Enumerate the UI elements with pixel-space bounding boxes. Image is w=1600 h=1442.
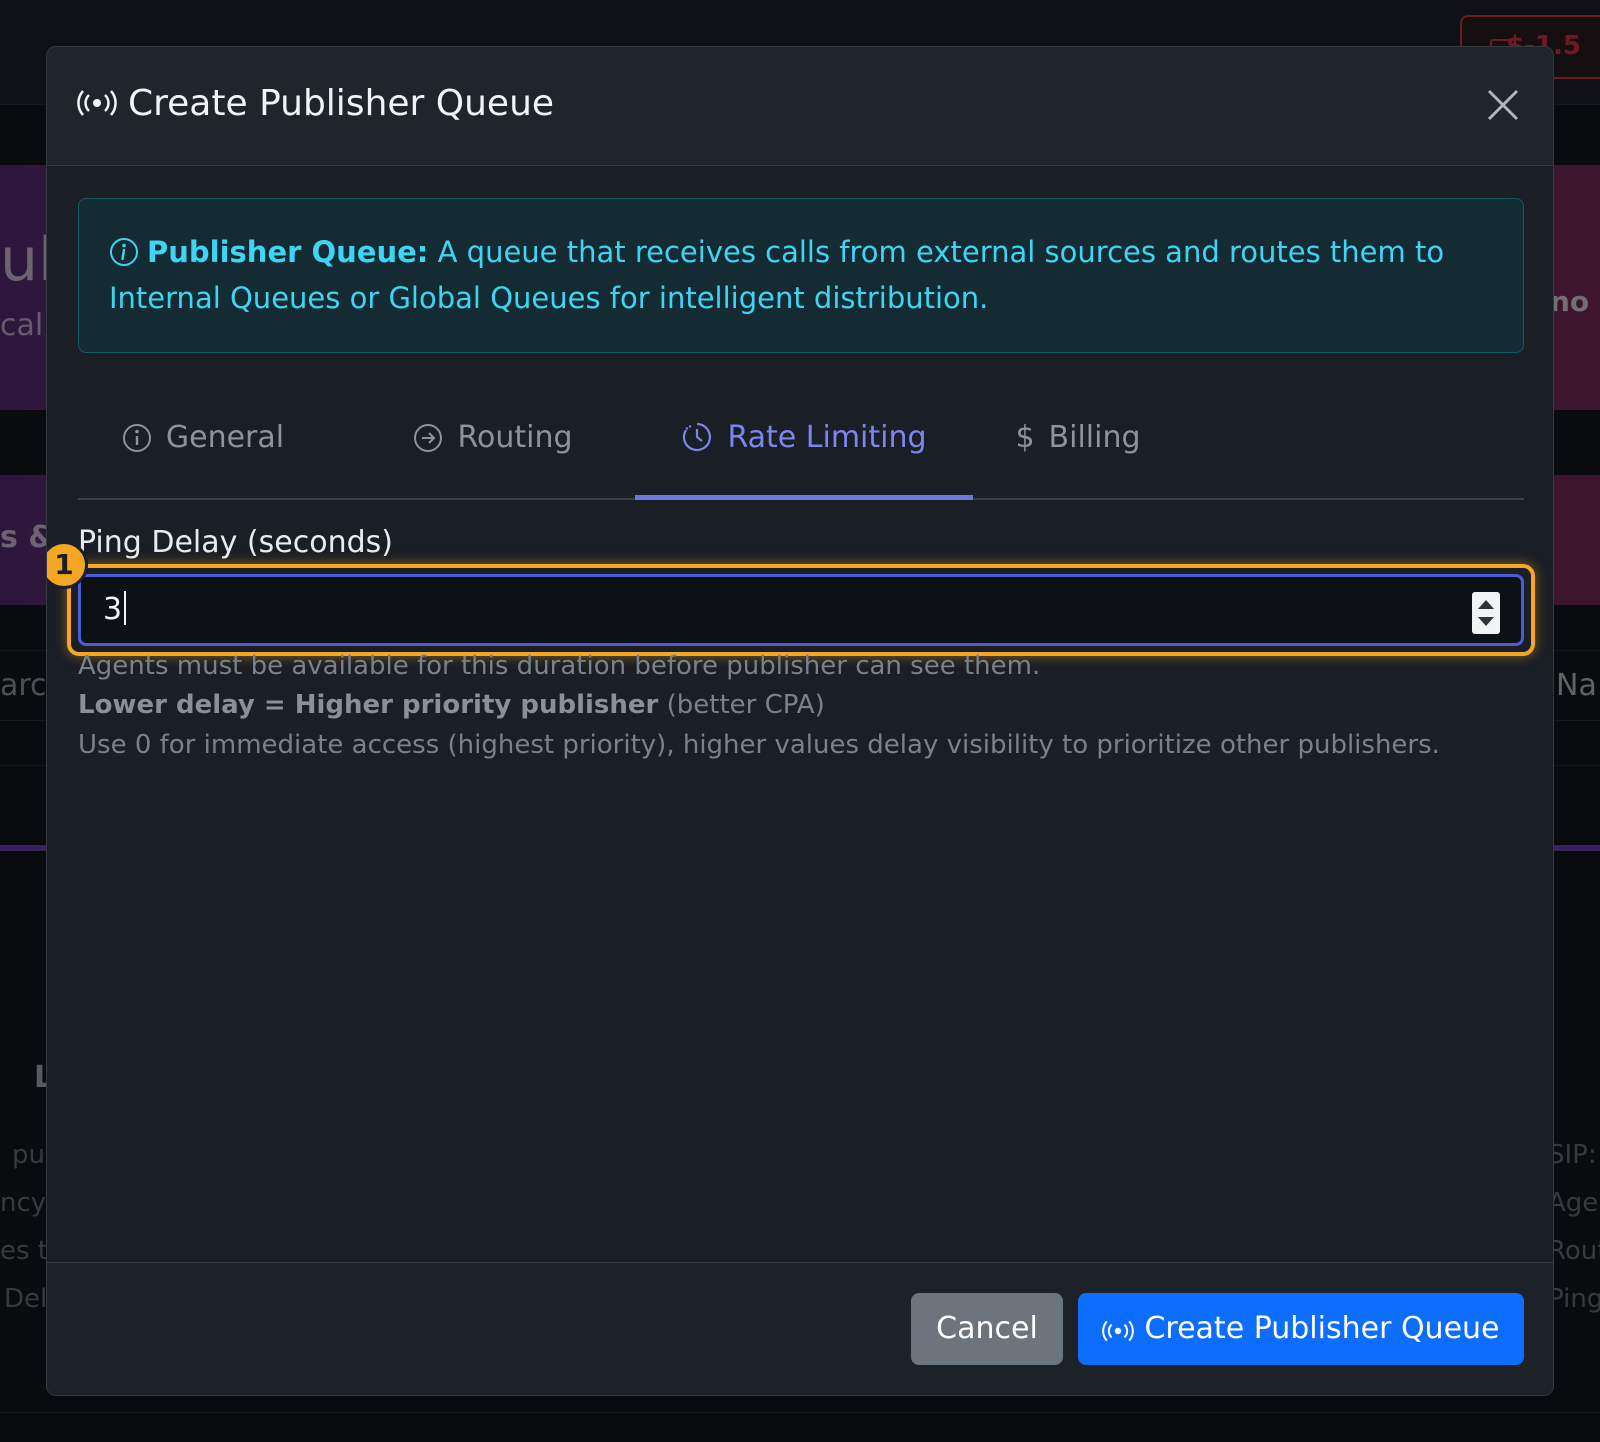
- ping-delay-label: Ping Delay (seconds): [78, 525, 393, 560]
- tab-rate-limiting[interactable]: Rate Limiting: [635, 397, 973, 500]
- close-icon[interactable]: [1483, 85, 1523, 125]
- broadcast-icon: [77, 90, 117, 116]
- modal-title: Create Publisher Queue: [128, 83, 555, 124]
- ping-delay-value: 3: [103, 592, 123, 627]
- modal-footer: Cancel Create Publisher Queue: [47, 1262, 1553, 1395]
- tab-general-label: General: [165, 420, 285, 455]
- alert-title: Publisher Queue:: [147, 235, 429, 269]
- modal-header: Create Publisher Queue: [47, 47, 1553, 166]
- tab-billing-label: Billing: [1048, 420, 1141, 455]
- tab-routing[interactable]: Routing: [328, 397, 658, 500]
- create-button-label: Create Publisher Queue: [1144, 1311, 1500, 1346]
- tab-billing[interactable]: $ Billing: [973, 397, 1183, 500]
- broadcast-icon: [1102, 1320, 1135, 1342]
- tab-routing-label: Routing: [457, 420, 573, 455]
- dollar-icon: $: [1015, 420, 1035, 455]
- stepper-up-icon[interactable]: [1478, 600, 1494, 609]
- number-stepper[interactable]: [1472, 592, 1500, 634]
- help-text-priority: Lower delay = Higher priority publisher …: [78, 690, 1518, 720]
- create-publisher-queue-modal: Create Publisher Queue Publisher Queue: …: [46, 46, 1554, 1396]
- cancel-button[interactable]: Cancel: [911, 1293, 1063, 1365]
- create-publisher-queue-button[interactable]: Create Publisher Queue: [1078, 1293, 1524, 1365]
- text-caret: [124, 591, 127, 625]
- help-text-priority-strong: Lower delay = Higher priority publisher: [78, 690, 659, 720]
- modal-tabs: General Routing Rate Limiting $ Billing: [78, 397, 1524, 500]
- tab-general[interactable]: General: [78, 397, 328, 500]
- stepper-down-icon[interactable]: [1478, 617, 1494, 626]
- tab-rate-limiting-label: Rate Limiting: [727, 420, 927, 455]
- arrow-right-circle-icon: [414, 424, 443, 452]
- ping-delay-input[interactable]: 3: [78, 574, 1524, 646]
- help-text-usage: Use 0 for immediate access (highest prio…: [78, 730, 1440, 760]
- help-text-availability: Agents must be available for this durati…: [78, 651, 1041, 681]
- info-icon: [110, 238, 138, 266]
- clock-icon: [683, 422, 712, 452]
- help-text-priority-note: (better CPA): [666, 690, 825, 720]
- info-circle-icon: [122, 424, 151, 452]
- info-alert: Publisher Queue: A queue that receives c…: [78, 198, 1524, 353]
